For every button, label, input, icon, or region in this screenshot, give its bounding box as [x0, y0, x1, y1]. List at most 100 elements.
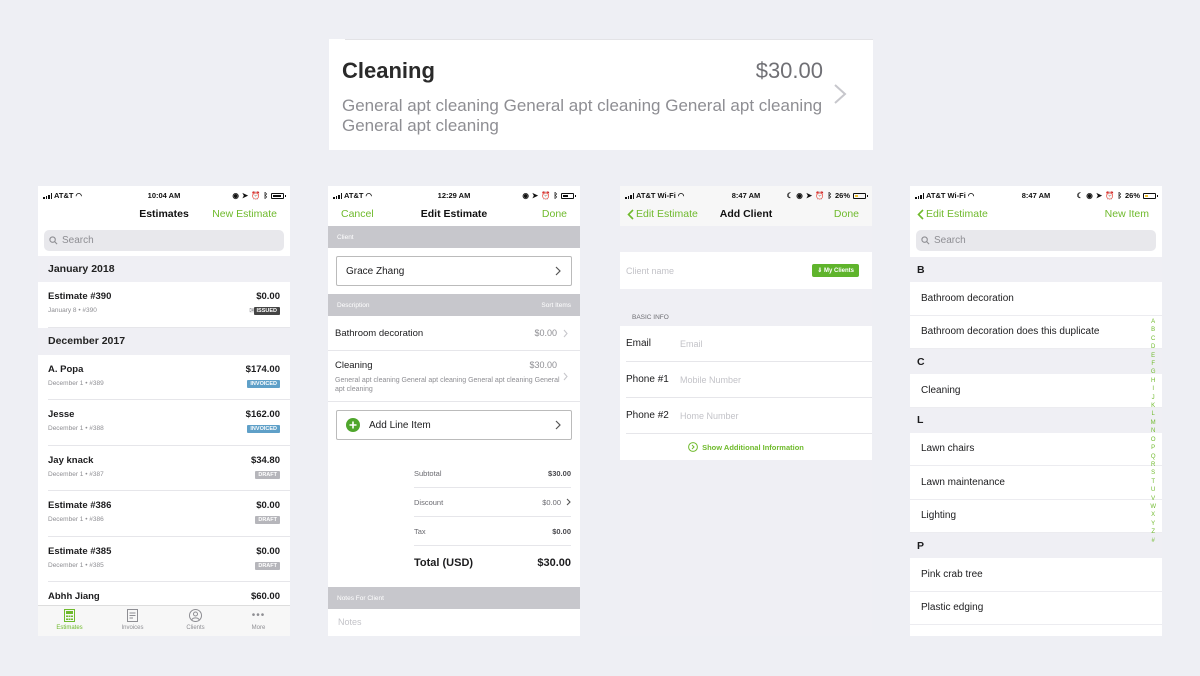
search-input[interactable]: Search [44, 230, 284, 251]
list-item[interactable]: Bathroom decoration [910, 282, 1162, 316]
estimate-row[interactable]: Estimate #386 $0.00 December 1 • #386 DR… [48, 491, 290, 537]
index-letter[interactable]: X [1150, 511, 1156, 519]
search-input[interactable]: Search [916, 230, 1156, 251]
status-badge: DRAFT [255, 470, 280, 479]
estimate-row[interactable]: Jesse $162.00 December 1 • #388 INVOICED [48, 400, 290, 446]
estimate-row[interactable]: Estimate #385 $0.00 December 1 • #385 DR… [48, 537, 290, 582]
index-letter[interactable]: F [1150, 360, 1156, 368]
index-letter[interactable]: R [1150, 461, 1156, 469]
index-letter[interactable]: O [1150, 436, 1156, 444]
status-badge: INVOICED [247, 425, 280, 433]
index-letter[interactable]: U [1150, 486, 1156, 494]
tab-clients[interactable]: Clients [164, 606, 227, 636]
index-letter[interactable]: Y [1150, 520, 1156, 528]
done-button[interactable]: Done [542, 208, 567, 220]
phone2-field[interactable]: Phone #2 Home Number [626, 398, 872, 434]
back-button[interactable]: Edit Estimate [917, 208, 988, 220]
estimate-row[interactable]: A. Popa $174.00 December 1 • #389 INVOIC… [48, 355, 290, 400]
email-field[interactable]: Email Email [626, 326, 872, 362]
show-more-label: Show Additional Information [702, 442, 804, 452]
index-letter[interactable]: B [1150, 326, 1156, 334]
list-item[interactable]: Lawn maintenance [910, 466, 1162, 500]
basic-info-header: BASIC INFO [632, 314, 669, 321]
location-icon: ➤ [241, 191, 249, 200]
section-header: January 2018 [38, 256, 290, 282]
alarm-icon: ⏰ [251, 191, 261, 200]
index-letter[interactable]: E [1150, 352, 1156, 360]
estimate-row[interactable]: Jay knack $34.80 December 1 • #387 DRAFT [48, 446, 290, 491]
line-item-name: Bathroom decoration [335, 328, 424, 339]
index-letter[interactable]: D [1150, 343, 1156, 351]
status-badge: ISSUED [253, 307, 280, 315]
item-title: Cleaning [342, 58, 435, 83]
notes-input[interactable]: Notes [328, 609, 580, 635]
list-item[interactable]: Lawn chairs [910, 433, 1162, 466]
total-value: $30.00 [537, 557, 571, 569]
index-letter[interactable]: A [1150, 318, 1156, 326]
estimate-name: A. Popa [48, 363, 84, 375]
lock-rotation-icon: ◉ [796, 191, 803, 200]
cleaning-item-zoom[interactable]: Cleaning $30.00 General apt cleaning Gen… [329, 39, 873, 150]
index-letter[interactable]: # [1150, 537, 1156, 545]
estimate-row[interactable]: Estimate #390 $0.00 January 8 • #390 ✉ I… [48, 282, 290, 328]
field-label: Phone #1 [626, 374, 669, 385]
estimate-name: Estimate #386 [48, 500, 112, 511]
index-letter[interactable]: K [1150, 402, 1156, 410]
list-item[interactable]: Cleaning [910, 374, 1162, 408]
estimate-name: Estimate #385 [48, 545, 112, 557]
discount-value: $0.00 [542, 497, 561, 507]
index-letter[interactable]: Z [1150, 528, 1156, 536]
index-letter[interactable]: L [1150, 410, 1156, 418]
section-label: Client [337, 233, 354, 241]
index-letter[interactable]: N [1150, 427, 1156, 435]
invoice-icon [127, 609, 138, 622]
status-badge: DRAFT [255, 561, 280, 570]
lock-rotation-icon: ◉ [232, 191, 239, 200]
index-letter[interactable]: I [1150, 385, 1156, 393]
tab-invoices[interactable]: Invoices [101, 606, 164, 636]
list-item[interactable]: Bathroom decoration does this duplicate [910, 316, 1162, 349]
list-item[interactable]: Pink crab tree [910, 558, 1162, 592]
client-name: Grace Zhang [346, 265, 405, 277]
sort-items-button[interactable]: Sort Items [541, 302, 571, 309]
done-button[interactable]: Done [834, 208, 859, 220]
index-letter[interactable]: P [1150, 444, 1156, 452]
index-letter[interactable]: Q [1150, 453, 1156, 461]
index-letter[interactable]: J [1150, 394, 1156, 402]
line-item-price: $0.00 [534, 328, 557, 338]
estimate-amount: $0.00 [256, 545, 280, 557]
add-client-screen: AT&T Wi-Fi ◠ 8:47 AM ☾ ◉ ➤ ⏰ ᛒ 26% Edit Estima… [620, 186, 872, 636]
estimate-name: Abhh Jiang [48, 591, 100, 602]
index-letter[interactable]: G [1150, 368, 1156, 376]
tab-label: Clients [186, 625, 205, 631]
client-name-input[interactable]: Client name [626, 266, 674, 276]
new-estimate-button[interactable]: New Estimate [212, 208, 277, 220]
line-item-name: Cleaning [335, 360, 373, 371]
tab-more[interactable]: ••• More [227, 606, 290, 636]
index-letter[interactable]: T [1150, 478, 1156, 486]
index-letter[interactable]: M [1150, 419, 1156, 427]
client-select[interactable]: Grace Zhang [336, 256, 572, 286]
index-letter[interactable]: C [1150, 335, 1156, 343]
my-clients-button[interactable]: ⇓ My Clients [812, 264, 859, 277]
list-item[interactable]: Lighting [910, 500, 1162, 533]
index-letter[interactable]: V [1150, 495, 1156, 503]
location-icon: ➤ [1095, 191, 1103, 200]
search-icon [921, 236, 930, 245]
add-line-item-button[interactable]: Add Line Item [336, 410, 572, 440]
index-letter[interactable]: W [1150, 503, 1156, 511]
tab-estimates[interactable]: Estimates [38, 606, 101, 636]
new-item-button[interactable]: New Item [1105, 208, 1149, 220]
index-letter[interactable]: S [1150, 469, 1156, 477]
section-header: B [910, 257, 1162, 282]
discount-row[interactable]: Discount $0.00 [414, 488, 571, 517]
field-label: Email [626, 338, 652, 349]
line-item-row[interactable]: Cleaning $30.00 General apt cleaning Gen… [328, 351, 580, 402]
list-item[interactable]: Plastic edging [910, 592, 1162, 625]
line-item-row[interactable]: Bathroom decoration $0.00 [328, 316, 580, 351]
index-letter[interactable]: H [1150, 377, 1156, 385]
show-additional-info-button[interactable]: Show Additional Information [620, 434, 872, 460]
section-index[interactable]: A B C D E F G H I J K L M N O P Q R S T U V W X Y Z # [1150, 318, 1156, 545]
chevron-right-icon [555, 420, 561, 430]
phone1-field[interactable]: Phone #1 Mobile Number [626, 362, 872, 398]
